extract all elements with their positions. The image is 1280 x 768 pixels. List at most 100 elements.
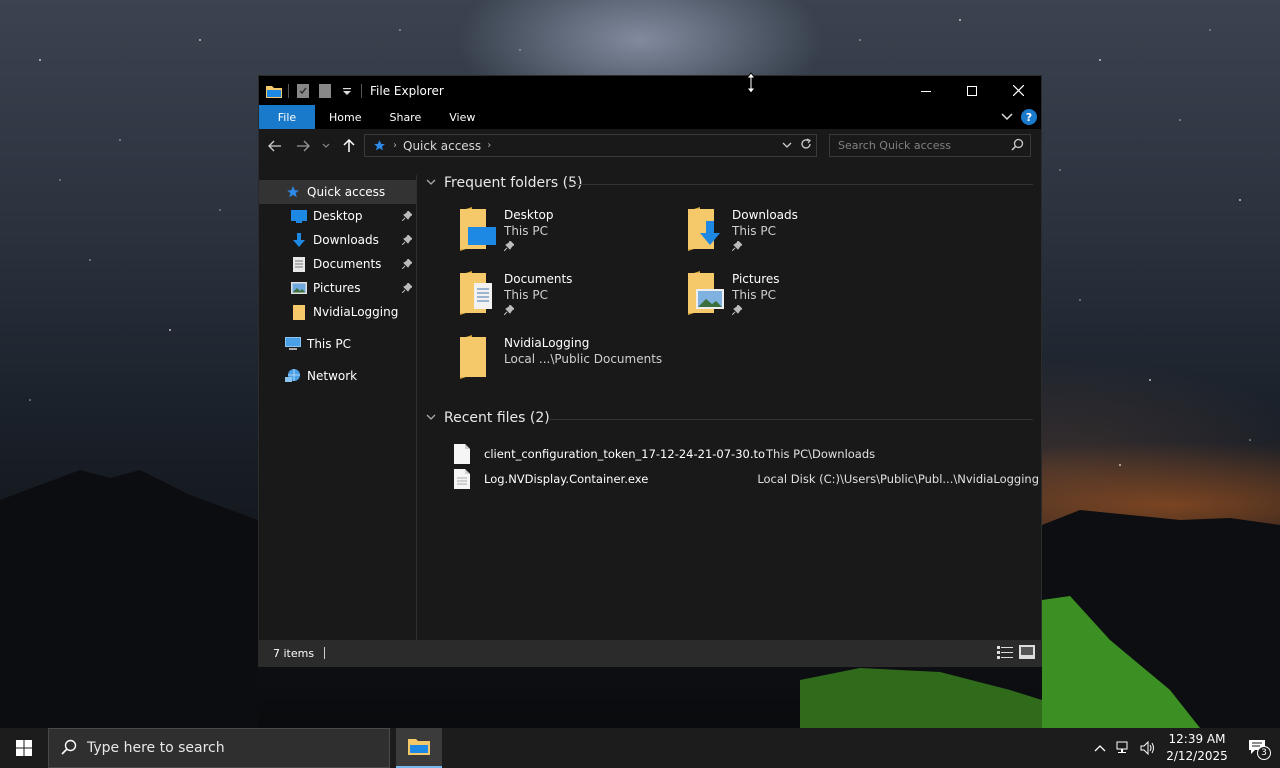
clock[interactable]: 12:39 AM 2/12/2025 [1160, 731, 1234, 765]
collapse-chevron-icon[interactable] [426, 413, 436, 424]
view-switcher [997, 645, 1035, 662]
sidebar-item-desktop[interactable]: Desktop [259, 204, 416, 228]
folder-tile-downloads[interactable]: Downloads This PC [686, 207, 906, 263]
search-icon[interactable] [1011, 138, 1024, 154]
status-bar: 7 items [259, 640, 1041, 666]
file-name: client_configuration_token_17-12-24-21-0… [484, 447, 766, 461]
details-view-icon[interactable] [997, 645, 1013, 662]
pin-icon [503, 303, 572, 319]
folder-location: This PC [504, 224, 548, 238]
breadcrumb-chevron-icon[interactable]: › [393, 140, 397, 151]
folder-location: This PC [732, 224, 776, 238]
file-icon [454, 444, 470, 464]
collapse-chevron-icon[interactable] [426, 178, 436, 189]
group-divider [568, 184, 1033, 185]
tab-file[interactable]: File [259, 105, 315, 129]
pin-icon [503, 239, 554, 255]
search-box[interactable]: Search Quick access [829, 134, 1031, 157]
sidebar-item-label: NvidiaLogging [313, 305, 399, 319]
taskbar-search-placeholder: Type here to search [87, 740, 225, 756]
navigation-bar: › Quick access › Search Quick access [259, 129, 1041, 163]
file-name: Log.NVDisplay.Container.exe [484, 472, 649, 486]
pin-icon[interactable] [401, 210, 413, 224]
sidebar-item-this-pc[interactable]: This PC [259, 332, 416, 356]
search-placeholder: Search Quick access [838, 139, 951, 152]
recent-files-header[interactable]: Recent files (2) [426, 410, 550, 426]
network-status-icon[interactable] [1112, 728, 1136, 768]
pictures-icon [291, 280, 307, 296]
properties-icon[interactable] [295, 83, 311, 99]
folder-tile-documents[interactable]: Documents This PC [458, 271, 678, 327]
volume-icon[interactable] [1136, 728, 1160, 768]
clock-date: 2/12/2025 [1166, 749, 1228, 763]
address-dropdown-icon[interactable] [782, 138, 792, 153]
file-path: This PC\Downloads [766, 447, 876, 461]
pin-icon[interactable] [401, 258, 413, 272]
taskbar: Type here to search 12:39 AM 2/12/2025 3 [0, 728, 1280, 768]
folder-name: Downloads [732, 208, 798, 222]
taskbar-file-explorer[interactable] [396, 728, 442, 768]
action-center-button[interactable]: 3 [1234, 728, 1280, 768]
download-icon [291, 232, 307, 248]
pin-icon[interactable] [401, 234, 413, 248]
frequent-folders-header[interactable]: Frequent folders (5) [426, 175, 583, 191]
taskbar-search[interactable]: Type here to search [48, 728, 390, 768]
file-icon [454, 469, 470, 489]
star-icon [285, 184, 301, 200]
start-button[interactable] [0, 728, 48, 768]
close-button[interactable] [995, 76, 1041, 105]
back-button[interactable] [263, 134, 287, 158]
help-icon[interactable]: ? [1021, 109, 1037, 125]
recent-file-row[interactable]: client_configuration_token_17-12-24-21-0… [454, 443, 1039, 465]
breadcrumb-quick-access[interactable]: Quick access [403, 139, 481, 153]
ribbon-tabs: File Home Share View ? [259, 105, 1041, 129]
title-bar[interactable]: File Explorer [259, 76, 1041, 105]
maximize-button[interactable] [949, 76, 995, 105]
toolbar-separator [288, 83, 289, 98]
folder-tile-desktop[interactable]: Desktop This PC [458, 207, 678, 263]
sidebar-item-documents[interactable]: Documents [259, 252, 416, 276]
content-pane: Frequent folders (5) Desktop This PC Dow… [418, 175, 1041, 641]
tab-share[interactable]: Share [375, 105, 435, 129]
sidebar-item-label: Documents [313, 257, 382, 271]
recent-locations-button[interactable] [319, 134, 333, 158]
resize-cursor-icon [745, 72, 757, 97]
recent-files-title: Recent files (2) [444, 410, 550, 426]
search-icon [61, 739, 77, 758]
sidebar-item-quick-access[interactable]: Quick access [259, 180, 416, 204]
folder-icon [291, 304, 307, 320]
window-title: File Explorer [370, 83, 444, 98]
show-hidden-icons-icon[interactable] [1088, 728, 1112, 768]
tab-view[interactable]: View [435, 105, 489, 129]
pictures-folder-icon [686, 271, 726, 319]
clock-time: 12:39 AM [1168, 732, 1226, 746]
sidebar-item-label: Pictures [313, 281, 361, 295]
notification-count-badge: 3 [1257, 746, 1271, 760]
status-separator [324, 647, 326, 659]
folder-name: NvidiaLogging [504, 336, 590, 350]
star-icon [371, 138, 387, 154]
item-count: 7 items [273, 646, 315, 660]
toolbar-separator [361, 83, 362, 98]
up-button[interactable] [337, 134, 361, 158]
breadcrumb-chevron-icon[interactable]: › [487, 140, 491, 151]
recent-file-row[interactable]: Log.NVDisplay.Container.exe Local Disk (… [454, 468, 1039, 490]
refresh-icon[interactable] [800, 138, 812, 153]
sidebar-item-pictures[interactable]: Pictures [259, 276, 416, 300]
minimize-button[interactable] [903, 76, 949, 105]
forward-button[interactable] [291, 134, 315, 158]
folder-tile-nvidialogging[interactable]: NvidiaLogging Local ...\Public Documents [458, 335, 678, 391]
sidebar-item-network[interactable]: Network [259, 364, 416, 388]
large-icons-view-icon[interactable] [1019, 645, 1035, 662]
pin-icon[interactable] [401, 282, 413, 296]
folder-tile-pictures[interactable]: Pictures This PC [686, 271, 906, 327]
navigation-pane: Quick access Desktop Downloads Documents… [259, 175, 417, 641]
sidebar-item-nvidialogging[interactable]: NvidiaLogging [259, 300, 416, 324]
address-bar[interactable]: › Quick access › [364, 134, 817, 157]
sidebar-item-downloads[interactable]: Downloads [259, 228, 416, 252]
folder-icon[interactable] [266, 83, 282, 99]
customize-toolbar-icon[interactable] [339, 83, 355, 99]
new-folder-icon[interactable] [317, 83, 333, 99]
tab-home[interactable]: Home [315, 105, 375, 129]
expand-ribbon-icon[interactable] [1001, 110, 1013, 124]
